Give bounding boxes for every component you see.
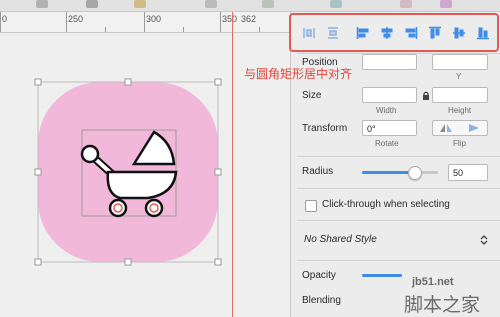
radius-slider-track[interactable] <box>362 166 438 180</box>
ruler-label: 350 <box>222 14 238 24</box>
width-field[interactable] <box>362 87 417 103</box>
radius-field[interactable]: 50 <box>448 164 488 181</box>
toolbar-icon[interactable] <box>262 0 274 8</box>
toolbar-icon[interactable] <box>400 0 412 8</box>
lock-icon[interactable] <box>422 91 430 100</box>
flip-vertical-icon[interactable] <box>467 123 481 133</box>
opacity-slider[interactable] <box>362 274 402 277</box>
opacity-label: Opacity <box>302 270 336 281</box>
rotate-label: Rotate <box>375 139 399 148</box>
height-label: Height <box>448 106 472 115</box>
ruler-label: 300 <box>146 14 162 24</box>
alignment-highlight-box <box>289 13 499 52</box>
clickthrough-label: Click-through when selecting <box>322 199 450 210</box>
annotation-text: 与圆角矩形居中对齐 <box>244 67 353 81</box>
flip-buttons <box>432 120 488 136</box>
text-tool-icon[interactable] <box>86 0 98 8</box>
flip-horizontal-icon[interactable] <box>439 123 453 133</box>
horizontal-ruler: 0 250 300 350 362 <box>0 12 290 33</box>
y-label: Y <box>456 72 462 81</box>
baby-stroller-icon <box>80 130 178 218</box>
watermark: jb51.net 脚本之家 <box>404 276 498 316</box>
ruler-label: 0 <box>2 14 8 24</box>
clickthrough-checkbox[interactable] <box>305 200 317 212</box>
shared-style-value: No Shared Style <box>304 234 377 245</box>
flip-label: Flip <box>453 139 466 148</box>
rotate-field[interactable]: 0° <box>362 120 417 136</box>
radius-slider-fill <box>362 171 414 174</box>
pencil-tool-icon[interactable] <box>134 0 146 8</box>
radius-label: Radius <box>302 166 334 177</box>
toolbar-icon[interactable] <box>330 0 342 8</box>
watermark-text: 脚本之家 <box>404 294 481 316</box>
width-label: Width <box>376 106 397 115</box>
toolbar <box>0 0 500 12</box>
transform-label: Transform <box>302 123 348 134</box>
ruler-label: 362 <box>241 14 257 24</box>
chevron-updown-icon <box>480 235 488 245</box>
blending-label: Blending <box>302 295 341 306</box>
x-field[interactable] <box>362 54 417 70</box>
y-field[interactable] <box>432 54 488 70</box>
ruler-label: 250 <box>68 14 84 24</box>
watermark-site: jb51.net <box>412 276 454 288</box>
toolbar-icon[interactable] <box>205 0 217 8</box>
radius-slider-knob[interactable] <box>407 166 422 180</box>
toolbar-icon[interactable] <box>36 0 48 8</box>
shared-style-select[interactable]: No Shared Style <box>300 229 494 251</box>
size-label: Size <box>302 90 322 101</box>
toolbar-icon[interactable] <box>440 0 452 8</box>
red-guide-line <box>232 12 233 317</box>
height-field[interactable] <box>432 87 488 103</box>
